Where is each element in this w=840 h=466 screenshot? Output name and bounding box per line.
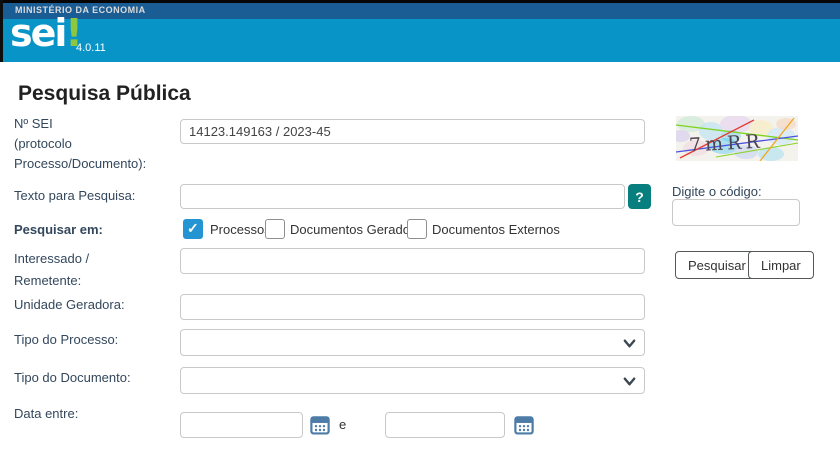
calendar-icon[interactable] xyxy=(514,414,534,435)
captcha-code-input[interactable] xyxy=(672,199,800,226)
app-version: 4.0.11 xyxy=(76,42,106,54)
search-help-button[interactable]: ? xyxy=(628,184,651,209)
page-title: Pesquisa Pública xyxy=(18,82,191,106)
tipo-processo-label: Tipo do Processo: xyxy=(14,332,118,347)
texto-pesquisa-input[interactable] xyxy=(180,184,625,209)
tipo-documento-label: Tipo do Documento: xyxy=(14,370,131,385)
tipo-processo-select[interactable] xyxy=(180,329,645,356)
window-edge xyxy=(0,0,3,62)
processos-checkbox-label: Processos xyxy=(210,222,271,237)
limpar-button[interactable]: Limpar xyxy=(748,251,814,279)
data-fim-input[interactable] xyxy=(385,412,505,438)
chevron-down-icon xyxy=(623,375,636,388)
captcha-code-text: 7mRR xyxy=(688,131,764,157)
sei-logo: sei! xyxy=(10,11,83,55)
chevron-down-icon xyxy=(623,337,636,350)
pesquisar-em-label: Pesquisar em: xyxy=(14,222,103,237)
nr-sei-label-line2: (protocolo xyxy=(14,136,72,151)
documentos-gerados-checkbox-label: Documentos Gerados xyxy=(290,222,416,237)
captcha-image: 7mRR xyxy=(676,116,798,161)
documentos-externos-checkbox-label: Documentos Externos xyxy=(432,222,560,237)
nr-sei-input[interactable] xyxy=(180,119,645,144)
data-inicio-input[interactable] xyxy=(180,412,303,438)
unidade-geradora-label: Unidade Geradora: xyxy=(14,297,125,312)
ministry-top-bar: MINISTÉRIO DA ECONOMIA xyxy=(0,0,840,19)
data-entre-label: Data entre: xyxy=(14,406,78,421)
interessado-input[interactable] xyxy=(180,248,645,274)
app-header-bar: sei! 4.0.11 xyxy=(0,19,840,62)
texto-pesquisa-label: Texto para Pesquisa: xyxy=(14,188,135,203)
documentos-gerados-checkbox[interactable] xyxy=(265,219,285,239)
tipo-documento-select[interactable] xyxy=(180,367,645,394)
date-conjunction: e xyxy=(339,417,346,432)
interessado-label-line1: Interessado / xyxy=(14,251,89,266)
nr-sei-label-line3: Processo/Documento): xyxy=(14,156,146,171)
unidade-geradora-input[interactable] xyxy=(180,294,645,320)
nr-sei-label-line1: Nº SEI xyxy=(14,116,53,131)
calendar-icon[interactable] xyxy=(310,414,330,435)
pesquisar-button[interactable]: Pesquisar xyxy=(675,251,759,279)
processos-checkbox[interactable] xyxy=(183,219,203,239)
interessado-label-line2: Remetente: xyxy=(14,273,81,288)
documentos-externos-checkbox[interactable] xyxy=(407,219,427,239)
captcha-code-label: Digite o código: xyxy=(672,184,762,199)
